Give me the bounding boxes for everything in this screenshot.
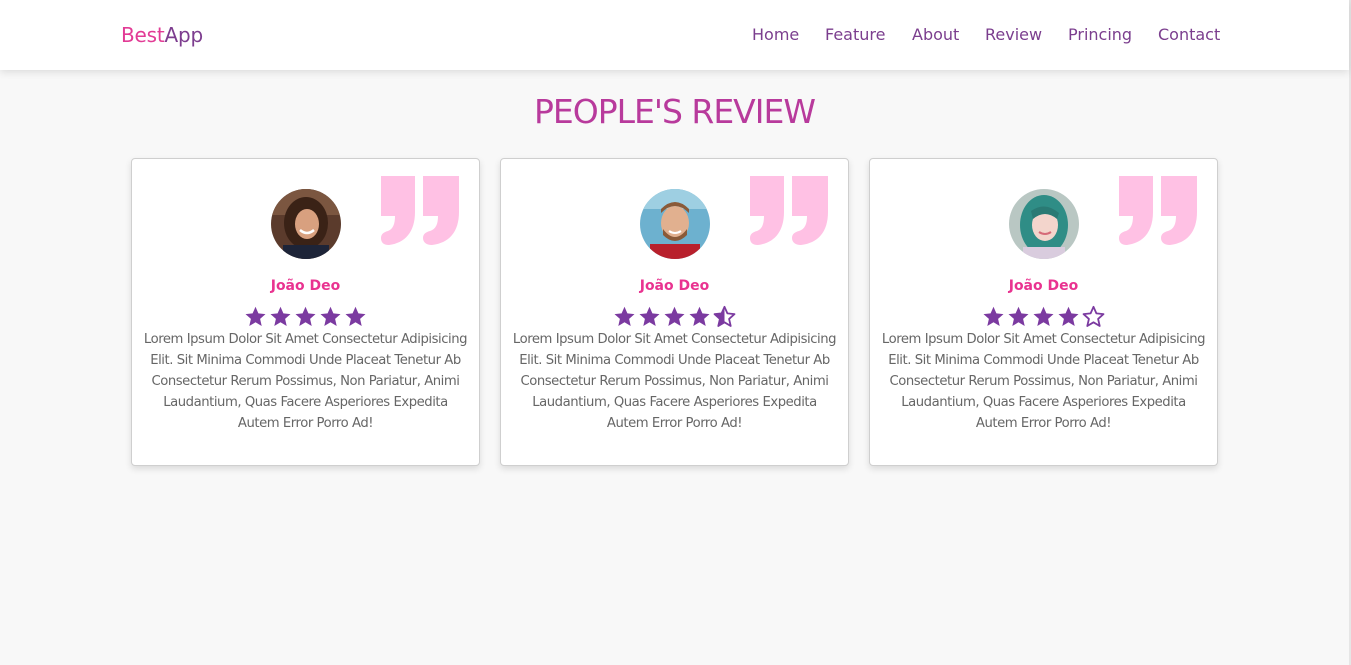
nav-link-home[interactable]: Home bbox=[752, 23, 799, 47]
girl-portrait-avatar bbox=[1009, 189, 1079, 259]
reviewer-name: João Deo bbox=[270, 278, 341, 294]
main-nav: Home Feature About Review Princing Conta… bbox=[0, 23, 1349, 47]
star-rating bbox=[132, 305, 479, 329]
section-title: PEOPLE'S REVIEW bbox=[534, 92, 816, 131]
star-full-icon bbox=[612, 305, 637, 329]
star-half-icon bbox=[712, 305, 737, 329]
star-full-icon bbox=[268, 305, 293, 329]
star-full-icon bbox=[662, 305, 687, 329]
nav-link-about[interactable]: About bbox=[912, 23, 959, 47]
star-full-icon bbox=[343, 305, 368, 329]
star-full-icon bbox=[687, 305, 712, 329]
nav-link-review[interactable]: Review bbox=[985, 23, 1042, 47]
review-card: João Deo Lorem Ipsum Dolor Sit Amet Cons… bbox=[869, 158, 1218, 466]
nav-link-feature[interactable]: Feature bbox=[825, 23, 885, 47]
nav-link-contact[interactable]: Contact bbox=[1158, 23, 1220, 47]
review-card: João Deo Lorem Ipsum Dolor Sit Amet Cons… bbox=[131, 158, 480, 466]
woman-portrait-avatar bbox=[271, 189, 341, 259]
star-full-icon bbox=[293, 305, 318, 329]
review-card: João Deo Lorem Ipsum Dolor Sit Amet Cons… bbox=[500, 158, 849, 466]
star-full-icon bbox=[1006, 305, 1031, 329]
review-text: Lorem Ipsum Dolor Sit Amet Consectetur A… bbox=[512, 332, 837, 431]
nav-link-pricing[interactable]: Princing bbox=[1068, 23, 1132, 47]
star-empty-icon bbox=[1081, 305, 1106, 329]
star-full-icon bbox=[637, 305, 662, 329]
star-full-icon bbox=[318, 305, 343, 329]
star-full-icon bbox=[1056, 305, 1081, 329]
star-rating bbox=[870, 305, 1217, 329]
star-rating bbox=[501, 305, 848, 329]
quote-icon bbox=[750, 176, 828, 245]
star-full-icon bbox=[1031, 305, 1056, 329]
review-text: Lorem Ipsum Dolor Sit Amet Consectetur A… bbox=[881, 332, 1206, 431]
star-full-icon bbox=[243, 305, 268, 329]
quote-icon bbox=[381, 176, 459, 245]
reviewer-name: João Deo bbox=[1008, 278, 1079, 294]
man-portrait-avatar bbox=[640, 189, 710, 259]
reviewer-name: João Deo bbox=[639, 278, 710, 294]
quote-icon bbox=[1119, 176, 1197, 245]
review-text: Lorem Ipsum Dolor Sit Amet Consectetur A… bbox=[143, 332, 468, 431]
top-navbar: BestApp Home Feature About Review Princi… bbox=[0, 0, 1349, 70]
star-full-icon bbox=[981, 305, 1006, 329]
